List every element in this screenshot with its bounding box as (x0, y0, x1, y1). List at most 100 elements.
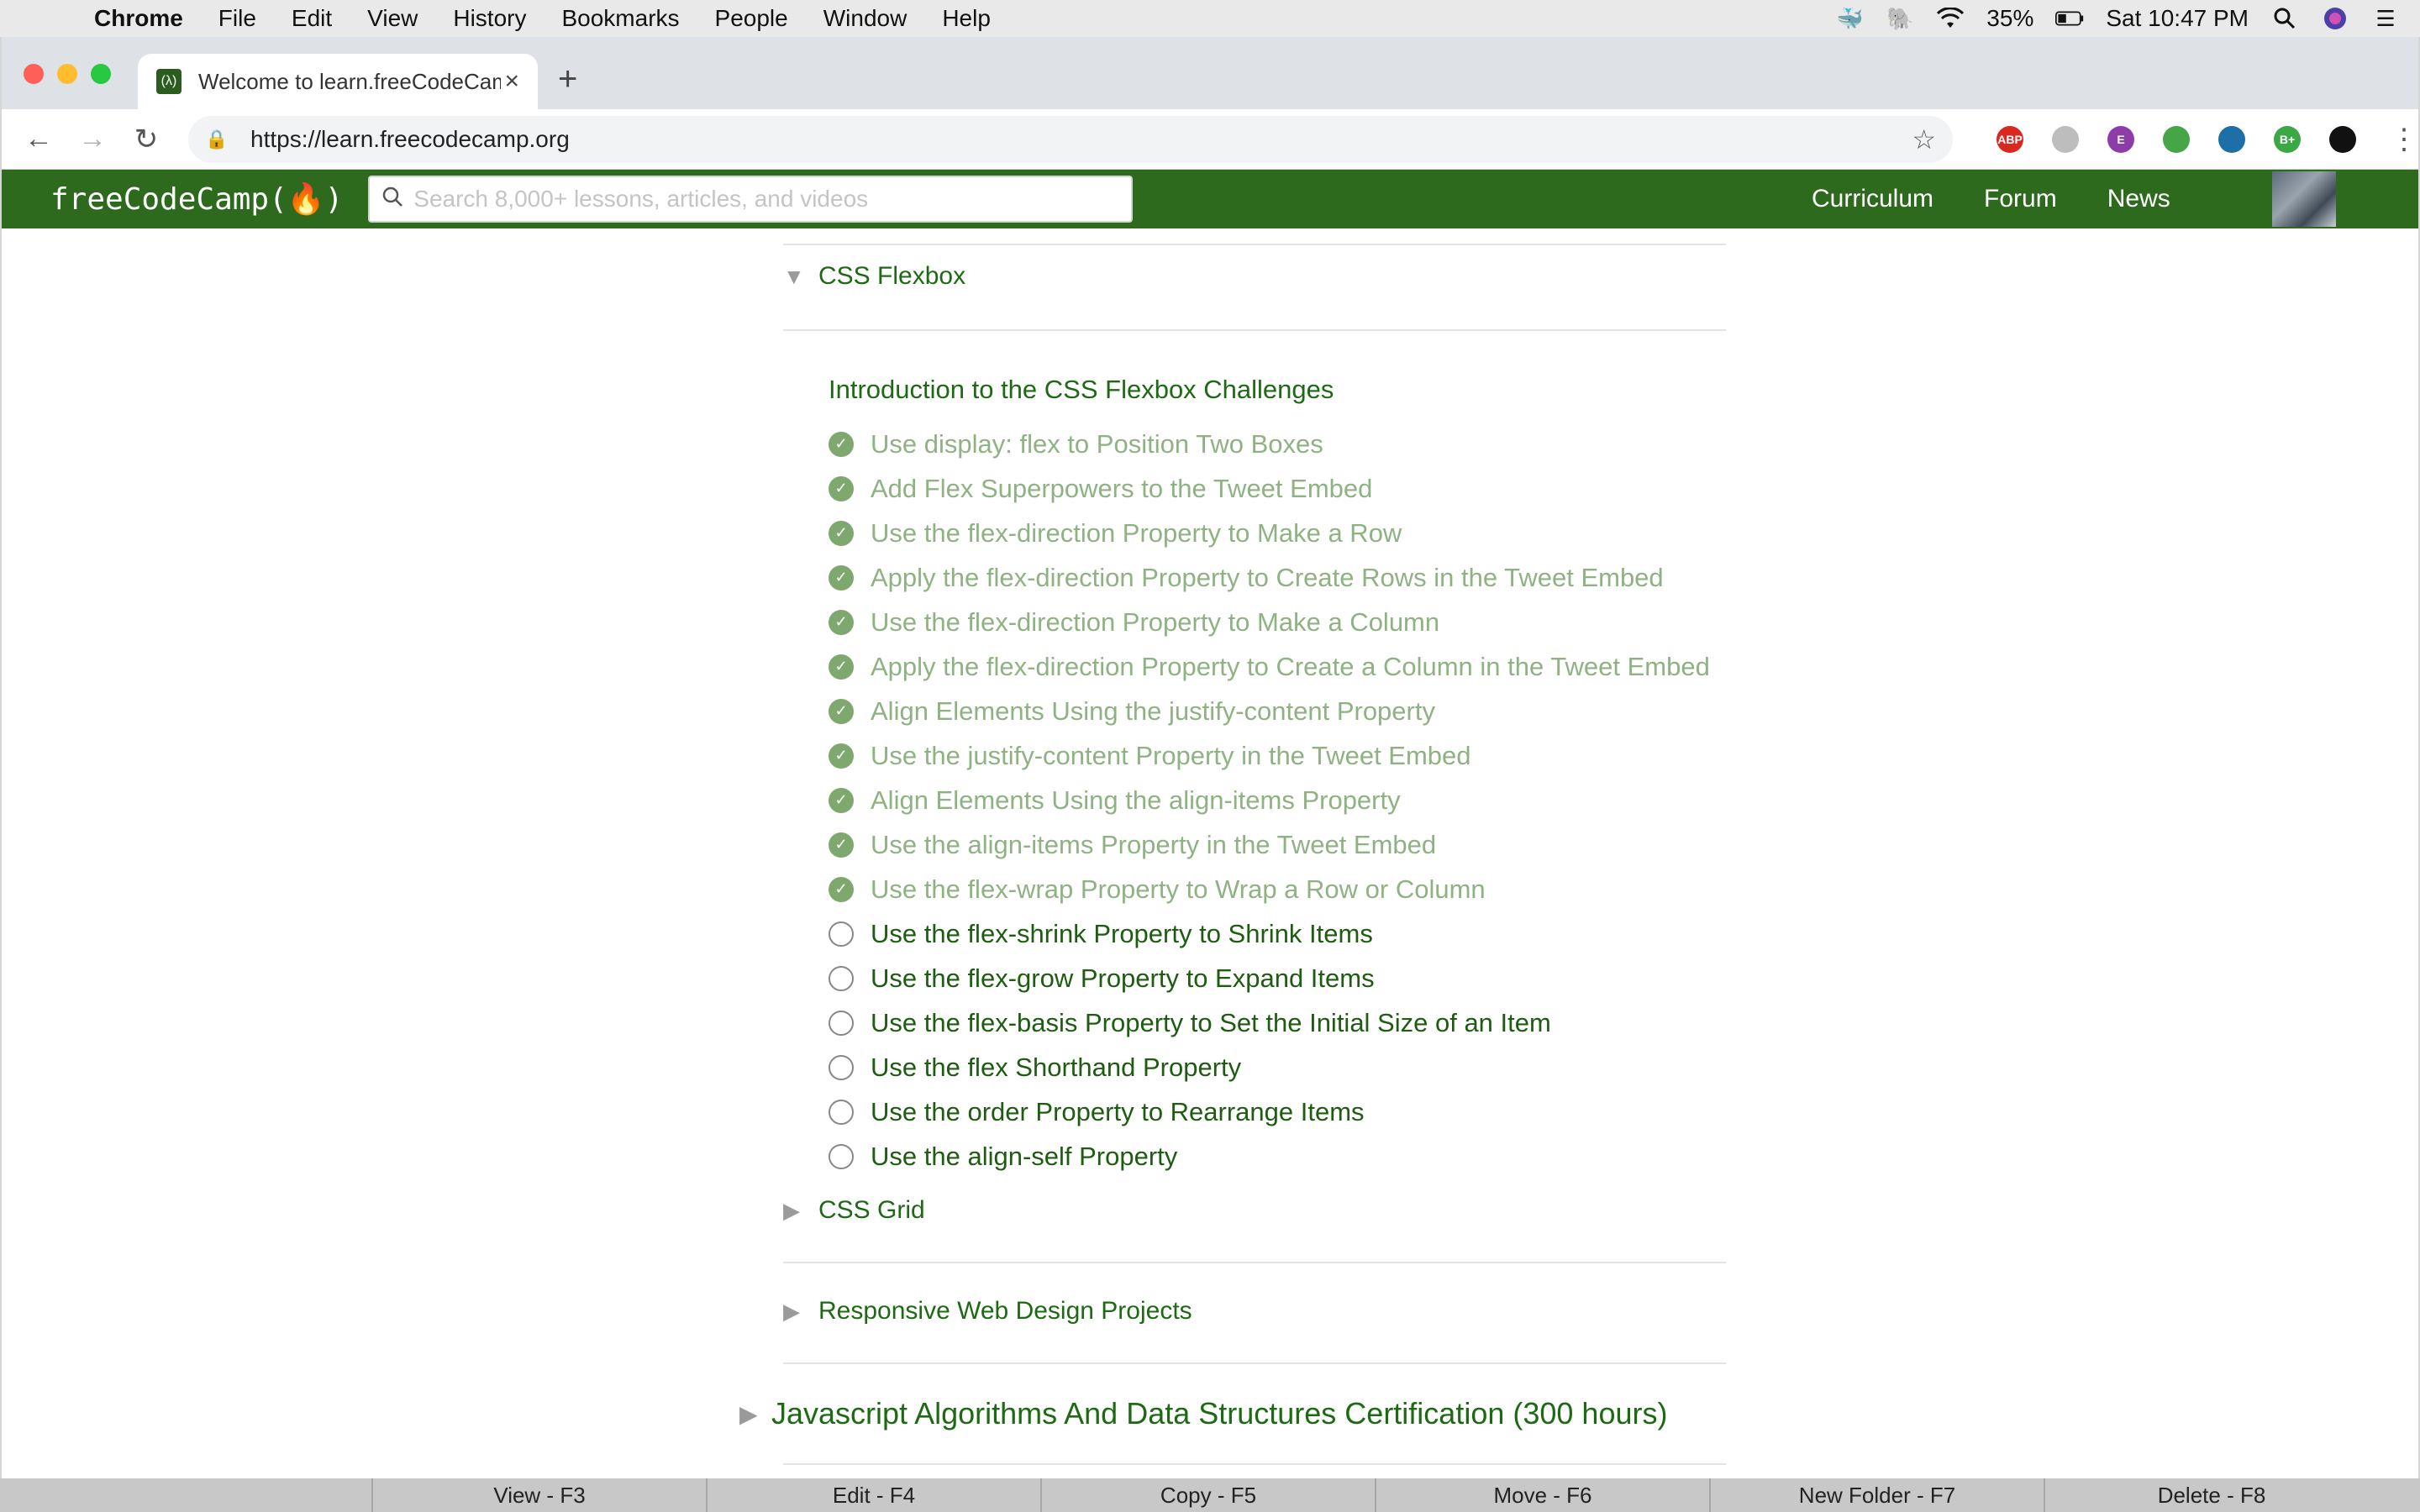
nav-curriculum-link[interactable]: Curriculum (1812, 185, 1933, 213)
zoom-window-button[interactable] (91, 64, 111, 84)
function-key[interactable]: Copy - F5 (1040, 1478, 1375, 1512)
extension-grey-icon[interactable] (2052, 125, 2079, 153)
menu-file[interactable]: File (218, 5, 256, 32)
challenge-title[interactable]: Use the order Property to Rearrange Item… (871, 1097, 1365, 1127)
challenge-title[interactable]: Apply the flex-direction Property to Cre… (871, 652, 1710, 682)
challenge-title[interactable]: Align Elements Using the justify-content… (871, 696, 1435, 727)
grammarly-b-icon[interactable]: B+ (2274, 125, 2301, 153)
user-avatar[interactable] (2272, 171, 2336, 227)
fcc-search-box[interactable] (368, 176, 1134, 223)
challenge-title[interactable]: Use display: flex to Position Two Boxes (871, 429, 1323, 459)
challenge-item[interactable]: ✓ Use the justify-content Property in the… (829, 733, 1710, 778)
challenge-title[interactable]: Use the flex-wrap Property to Wrap a Row… (871, 874, 1486, 905)
challenge-title[interactable]: Apply the flex-direction Property to Cre… (871, 563, 1664, 593)
challenge-item[interactable]: Use the flex Shorthand Property (829, 1045, 1710, 1089)
evernote-icon[interactable] (2163, 125, 2190, 153)
new-tab-button[interactable]: + (558, 60, 577, 98)
challenge-title[interactable]: Add Flex Superpowers to the Tweet Embed (871, 474, 1372, 504)
address-bar[interactable]: 🔒 https://learn.freecodecamp.org ☆ (188, 115, 1953, 163)
block-css-flexbox[interactable]: ▼ CSS Flexbox (783, 262, 965, 291)
challenge-item[interactable]: ✓ Use the align-items Property in the Twe… (829, 822, 1710, 867)
function-key[interactable]: Edit - F4 (706, 1478, 1040, 1512)
challenge-item[interactable]: ✓ Apply the flex-direction Property to Cr… (829, 555, 1710, 600)
challenge-item[interactable]: ✓ Use the flex-wrap Property to Wrap a Ro… (829, 867, 1710, 911)
block-title[interactable]: Responsive Web Design Projects (818, 1297, 1192, 1326)
forward-button[interactable]: → (66, 123, 119, 155)
empty-circle-icon (829, 1054, 854, 1080)
spotlight-search-icon[interactable] (2270, 6, 2299, 31)
close-window-button[interactable] (24, 64, 44, 84)
challenge-title[interactable]: Use the flex-grow Property to Expand Ite… (871, 963, 1375, 994)
challenge-title[interactable]: Use the flex-direction Property to Make … (871, 607, 1439, 638)
docker-icon[interactable]: 🐳 (1835, 6, 1864, 31)
evernote-elephant-icon[interactable]: 🐘 (1886, 6, 1914, 31)
challenge-item[interactable]: Use the flex-basis Property to Set the I… (829, 1000, 1710, 1045)
challenge-title[interactable]: Align Elements Using the align-items Pro… (871, 785, 1401, 816)
challenge-item[interactable]: ✓ Add Flex Superpowers to the Tweet Embed (829, 466, 1710, 511)
challenge-title[interactable]: Use the justify-content Property in the … (871, 741, 1471, 771)
tab-close-icon[interactable]: × (504, 67, 519, 96)
notification-center-icon[interactable]: ☰ (2371, 6, 2400, 31)
challenge-item[interactable]: Use the order Property to Rearrange Item… (829, 1089, 1710, 1134)
challenge-title[interactable]: Use the flex-direction Property to Make … (871, 518, 1402, 549)
challenge-item[interactable]: ✓ Apply the flex-direction Property to Cr… (829, 644, 1710, 689)
lock-icon[interactable]: 🔒 (205, 129, 230, 150)
browser-tab-active[interactable]: (λ) Welcome to learn.freeCodeCamp × (138, 54, 538, 109)
extension-e-icon[interactable]: E (2107, 125, 2134, 153)
challenge-item[interactable]: ✓ Use the flex-direction Property to Make… (829, 511, 1710, 555)
challenge-title[interactable]: Use the flex Shorthand Property (871, 1053, 1241, 1083)
empty-circle-icon (829, 1143, 854, 1169)
bookmark-star-icon[interactable]: ☆ (1912, 123, 1936, 155)
function-key[interactable]: Delete - F8 (2044, 1478, 2378, 1512)
fcc-search-input[interactable] (413, 186, 1103, 213)
search-icon (381, 186, 403, 213)
menu-bookmarks[interactable]: Bookmarks (561, 5, 679, 32)
battery-icon[interactable] (2055, 6, 2084, 31)
challenge-item[interactable]: Use the flex-shrink Property to Shrink I… (829, 911, 1710, 956)
function-key[interactable]: Move - F6 (1375, 1478, 1709, 1512)
challenge-item[interactable]: ✓ Align Elements Using the justify-conten… (829, 689, 1710, 733)
curriculum-map: ▼ CSS Flexbox Introduction to the CSS Fl… (2, 228, 2418, 1478)
challenge-item[interactable]: Use the flex-grow Property to Expand Ite… (829, 956, 1710, 1000)
menu-help[interactable]: Help (942, 5, 991, 32)
minimize-window-button[interactable] (57, 64, 77, 84)
nav-forum-link[interactable]: Forum (1984, 185, 2057, 213)
menu-history[interactable]: History (453, 5, 526, 32)
function-key[interactable]: View - F3 (371, 1478, 706, 1512)
challenge-item[interactable]: ✓ Use the flex-direction Property to Make… (829, 600, 1710, 644)
challenge-title[interactable]: Use the align-items Property in the Twee… (871, 830, 1436, 860)
adblock-icon[interactable]: ABP (1996, 125, 2023, 153)
reload-button[interactable]: ↻ (119, 123, 173, 156)
challenge-title[interactable]: Use the align-self Property (871, 1142, 1177, 1172)
challenge-item[interactable]: ✓ Align Elements Using the align-items Pr… (829, 778, 1710, 822)
challenge-item[interactable]: ✓ Use display: flex to Position Two Boxes (829, 422, 1710, 466)
menu-app-name[interactable]: Chrome (94, 5, 183, 32)
challenge-title[interactable]: Use the flex-shrink Property to Shrink I… (871, 919, 1373, 949)
fcc-logo[interactable]: freeCodeCamp(🔥) (50, 181, 343, 217)
divider (783, 1362, 1726, 1364)
cert-title[interactable]: Javascript Algorithms And Data Structure… (771, 1396, 1667, 1431)
menu-window[interactable]: Window (823, 5, 908, 32)
menu-people[interactable]: People (715, 5, 788, 32)
wifi-icon[interactable] (1936, 6, 1965, 31)
block-css-grid[interactable]: ▶ CSS Grid (783, 1196, 925, 1225)
challenge-item[interactable]: Use the align-self Property (829, 1134, 1710, 1179)
block-title[interactable]: CSS Flexbox (818, 262, 965, 291)
back-button[interactable]: ← (12, 123, 66, 155)
menu-view[interactable]: View (367, 5, 418, 32)
intro-link[interactable]: Introduction to the CSS Flexbox Challeng… (829, 375, 1334, 405)
menubar-clock[interactable]: Sat 10:47 PM (2106, 5, 2249, 32)
extension-dark-icon[interactable] (2329, 125, 2356, 153)
challenge-title[interactable]: Use the flex-basis Property to Set the I… (871, 1008, 1551, 1038)
block-rwd-projects[interactable]: ▶ Responsive Web Design Projects (783, 1297, 1192, 1326)
chrome-menu-icon[interactable]: ⋮ (2390, 123, 2418, 156)
block-title[interactable]: CSS Grid (818, 1196, 925, 1225)
menu-edit[interactable]: Edit (292, 5, 332, 32)
siri-icon[interactable] (2321, 6, 2349, 31)
cert-javascript-algorithms[interactable]: ▶ Javascript Algorithms And Data Structu… (739, 1396, 1667, 1431)
caret-right-icon: ▶ (783, 1197, 800, 1223)
react-devtools-icon[interactable] (2218, 125, 2245, 153)
nav-news-link[interactable]: News (2107, 185, 2170, 213)
function-key[interactable]: New Folder - F7 (1709, 1478, 2044, 1512)
url-text[interactable]: https://learn.freecodecamp.org (250, 126, 570, 153)
